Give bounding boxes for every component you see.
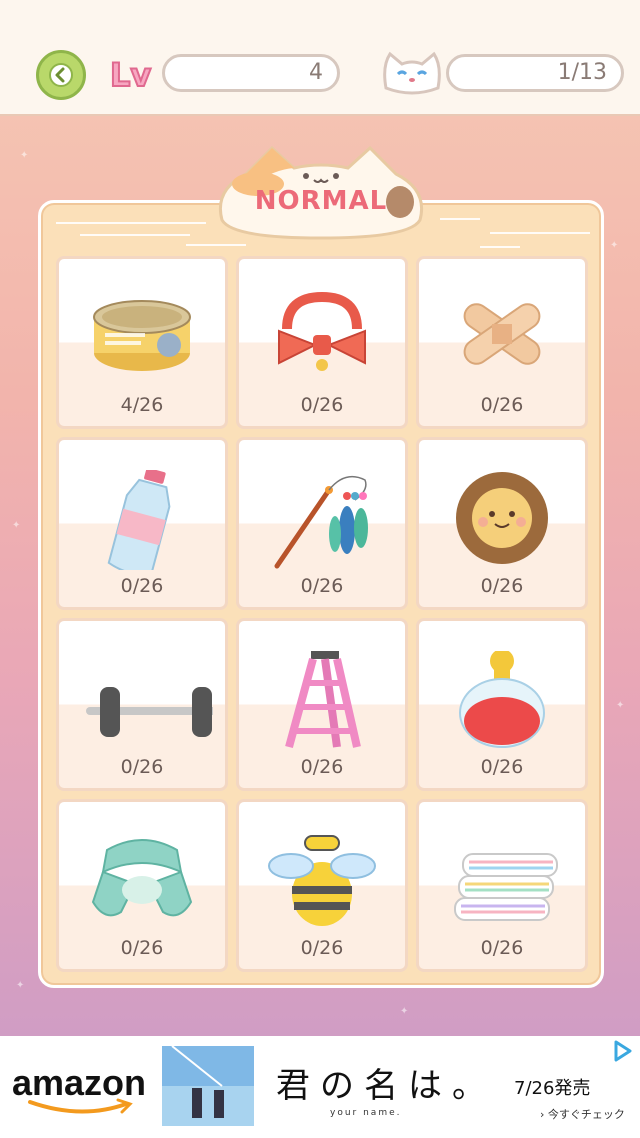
bandage-icon bbox=[463, 303, 541, 365]
item-count: 0/26 bbox=[120, 575, 164, 597]
perfume-bottle-icon bbox=[459, 651, 545, 748]
item-cell-perfume-bottle[interactable]: 0/26 bbox=[416, 618, 588, 791]
item-count: 0/26 bbox=[300, 756, 344, 778]
decorative-line bbox=[56, 222, 206, 224]
svg-text:Lv: Lv bbox=[110, 56, 151, 94]
bee-costume-icon bbox=[268, 835, 376, 926]
ad-movie-title: 君の名は。 bbox=[276, 1066, 496, 1106]
item-count: 4/26 bbox=[120, 394, 164, 416]
item-count: 0/26 bbox=[120, 937, 164, 959]
item-count: 0/26 bbox=[300, 394, 344, 416]
item-count: 0/26 bbox=[480, 575, 524, 597]
item-count: 0/26 bbox=[120, 756, 164, 778]
item-cell-feather-teaser-wand[interactable]: 0/26 bbox=[236, 437, 408, 610]
sparkle: ✦ bbox=[20, 150, 29, 161]
lion-mane-icon bbox=[456, 472, 548, 564]
ad-info-icon[interactable] bbox=[612, 1040, 634, 1062]
amazon-smile-logo bbox=[28, 1098, 133, 1114]
mint-scarf-icon bbox=[91, 839, 193, 917]
feather-teaser-icon bbox=[274, 475, 368, 569]
decorative-line bbox=[186, 244, 246, 246]
level-value: 4 bbox=[162, 54, 340, 92]
ad-release-date: 7/26発売 bbox=[514, 1078, 591, 1099]
water-bottle-icon bbox=[107, 470, 171, 570]
cat-food-can-icon bbox=[93, 300, 191, 371]
level-icon: Lv bbox=[109, 55, 152, 95]
item-cell-red-bow-collar[interactable]: 0/26 bbox=[236, 256, 408, 429]
movie-poster-image bbox=[162, 1046, 254, 1126]
item-cell-cat-food-can[interactable]: 4/26 bbox=[56, 256, 228, 429]
sparkle: ✦ bbox=[610, 240, 619, 251]
striped-towels-icon bbox=[454, 853, 558, 921]
decorative-line bbox=[490, 232, 590, 234]
item-count: 0/26 bbox=[300, 937, 344, 959]
sparkle: ✦ bbox=[616, 700, 625, 711]
decorative-line bbox=[440, 218, 480, 220]
section-title: NORMAL bbox=[254, 186, 388, 216]
item-cell-dumbbell[interactable]: 0/26 bbox=[56, 618, 228, 791]
item-count: 0/26 bbox=[300, 575, 344, 597]
item-cell-bandage-cross[interactable]: 0/26 bbox=[416, 256, 588, 429]
item-count: 0/26 bbox=[480, 756, 524, 778]
item-cell-striped-towels[interactable]: 0/26 bbox=[416, 799, 588, 972]
item-cell-water-bottle[interactable]: 0/26 bbox=[56, 437, 228, 610]
back-button[interactable] bbox=[36, 50, 86, 100]
sparkle: ✦ bbox=[16, 980, 25, 991]
cat-face-icon bbox=[383, 51, 441, 95]
sparkle: ✦ bbox=[12, 520, 21, 531]
sparkle: ✦ bbox=[400, 1006, 409, 1017]
decorative-line bbox=[80, 234, 190, 236]
item-cell-lion-mane-cushion[interactable]: 0/26 bbox=[416, 437, 588, 610]
item-cell-pink-stepladder[interactable]: 0/26 bbox=[236, 618, 408, 791]
cats-collected-value: 1/13 bbox=[446, 54, 624, 92]
item-grid: 4/26 0/26 0/26 0/26 0/26 0/26 0/26 0/26 … bbox=[56, 256, 592, 974]
red-bow-collar-icon bbox=[278, 291, 366, 371]
item-count: 0/26 bbox=[480, 937, 524, 959]
chevron-left-icon bbox=[49, 63, 73, 87]
stepladder-icon bbox=[285, 651, 361, 749]
item-cell-mint-scarf[interactable]: 0/26 bbox=[56, 799, 228, 972]
decorative-line bbox=[480, 246, 520, 248]
item-cell-bee-costume[interactable]: 0/26 bbox=[236, 799, 408, 972]
item-count: 0/26 bbox=[480, 394, 524, 416]
ad-cta-link[interactable]: › 今すぐチェック bbox=[540, 1106, 625, 1122]
ad-movie-subtitle: your name. bbox=[330, 1108, 402, 1118]
dumbbell-icon bbox=[86, 687, 213, 737]
